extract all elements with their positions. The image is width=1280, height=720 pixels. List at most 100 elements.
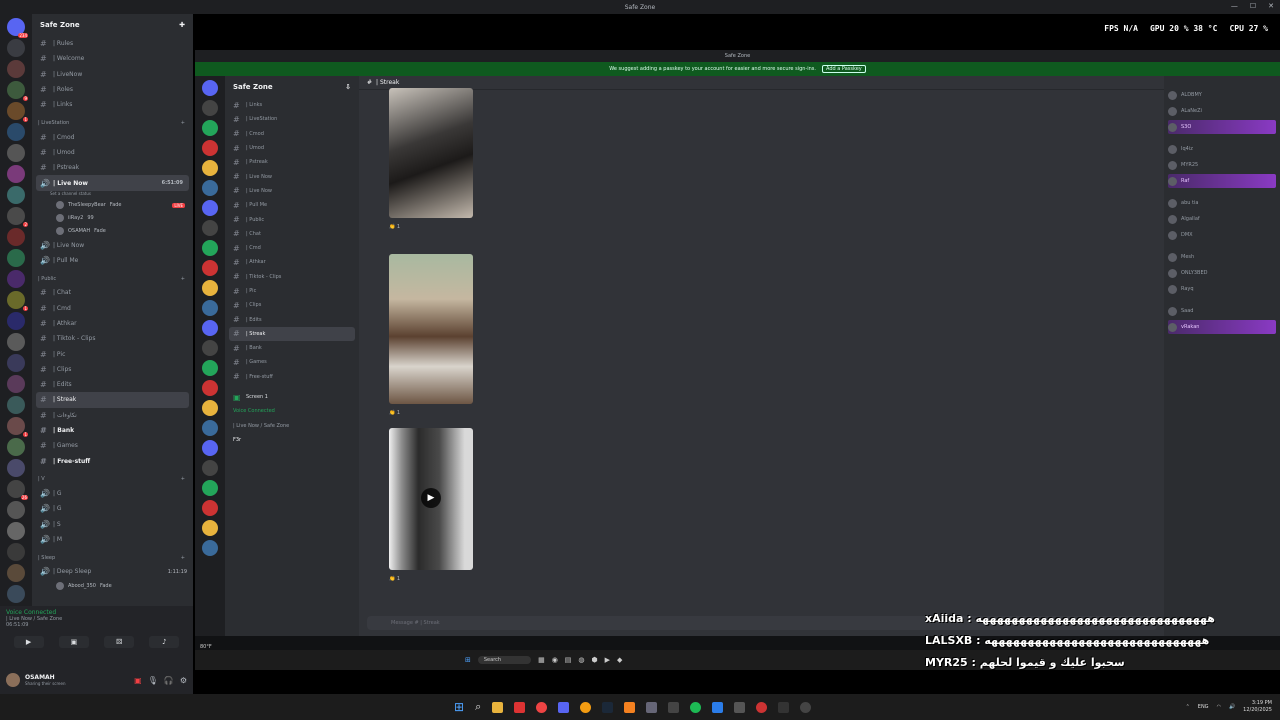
channel-0[interactable]: # | Cmod xyxy=(32,129,193,144)
guild-header[interactable]: Safe Zone ✚ xyxy=(32,14,193,36)
clock[interactable]: 3:19 PM 12/20/2025 xyxy=(1243,700,1272,714)
stream-channel-9[interactable]: # | Chat xyxy=(225,227,359,241)
app-icon[interactable] xyxy=(734,701,746,713)
stream-channel-17[interactable]: # | Bank xyxy=(225,341,359,355)
app-icon[interactable] xyxy=(756,701,768,713)
voice-channel-0[interactable]: 🔊 | G xyxy=(32,486,193,501)
server-icon[interactable] xyxy=(7,438,25,456)
calculator-icon[interactable] xyxy=(668,701,680,713)
channel-6[interactable]: # | Edits xyxy=(32,377,193,392)
server-icon[interactable]: 26 xyxy=(7,480,28,500)
voice-channel-3[interactable]: 🔊 | M xyxy=(32,532,193,547)
server-icon[interactable] xyxy=(7,186,25,204)
stream-channel-2[interactable]: # | Cmod xyxy=(225,127,359,141)
channel-7[interactable]: # | Streak xyxy=(36,392,189,408)
server-icon[interactable] xyxy=(7,165,25,183)
channel-1[interactable]: # | Cmd xyxy=(32,301,193,316)
server-icon[interactable]: 2 xyxy=(7,207,28,227)
stream-channel-4[interactable]: # | Pstreak xyxy=(225,155,359,169)
voice-channel-1[interactable]: 🔊 | G xyxy=(32,501,193,516)
app-icon[interactable] xyxy=(800,701,812,713)
stream-view[interactable]: FPS N/A GPU 20 % 38 °C CPU 27 % Safe Zon… xyxy=(193,14,1280,694)
headphones-icon[interactable]: 🎧 xyxy=(164,676,174,685)
channel-status[interactable]: Set a channel status xyxy=(32,191,193,199)
stream-channel-7[interactable]: # | Pull Me xyxy=(225,198,359,212)
close-button[interactable]: ✕ xyxy=(1268,2,1274,10)
stream-channel-19[interactable]: # | Free-stuff xyxy=(225,370,359,384)
category-livestation[interactable]: | LiveStation + xyxy=(32,116,193,129)
channel-10[interactable]: # | Games xyxy=(32,438,193,453)
channel-2[interactable]: # | Pstreak xyxy=(32,160,193,175)
stream-channel-3[interactable]: # | Umod xyxy=(225,141,359,155)
stream-channel-10[interactable]: # | Cmd xyxy=(225,241,359,255)
stream-channel-16[interactable]: # | Streak xyxy=(229,326,355,342)
activities-button[interactable]: ⚄ xyxy=(104,636,135,648)
soundboard-button[interactable]: ♪ xyxy=(149,636,180,648)
back-icon[interactable] xyxy=(778,701,790,713)
server-icon[interactable] xyxy=(7,123,25,141)
recorder-icon[interactable] xyxy=(514,701,526,713)
add-member-icon[interactable]: ✚ xyxy=(179,21,185,29)
voice-user[interactable]: iiRay2 99 xyxy=(32,212,193,225)
voice-user[interactable]: Abood_350 Fade xyxy=(32,579,193,592)
voice-user[interactable]: TheSleepyBear Fade LIVE xyxy=(32,199,193,212)
mic-icon[interactable]: 🎙 xyxy=(148,676,158,685)
server-icon[interactable] xyxy=(7,501,25,519)
volume-icon[interactable]: 🔊 xyxy=(1229,704,1235,710)
chevron-up-icon[interactable]: ⌃ xyxy=(1186,704,1190,710)
server-icon[interactable] xyxy=(7,543,25,561)
camera-button[interactable]: ▶ xyxy=(13,636,44,648)
file-explorer-icon[interactable] xyxy=(492,701,504,713)
voice-channel-deep-sleep[interactable]: 🔊 | Deep Sleep 1:11:19 xyxy=(32,564,193,579)
channel-0[interactable]: # | Chat xyxy=(32,285,193,300)
server-icon[interactable] xyxy=(7,228,25,246)
app-icon[interactable] xyxy=(712,701,724,713)
language-indicator[interactable]: ENG xyxy=(1198,704,1209,710)
maximize-button[interactable]: ☐ xyxy=(1250,2,1256,10)
server-icon[interactable] xyxy=(7,522,25,540)
stream-channel-11[interactable]: # | Athkar xyxy=(225,255,359,269)
channel-9[interactable]: # | Bank xyxy=(32,423,193,438)
voice-channel-live-now[interactable]: 🔊 | Live Now 6:51:09 xyxy=(36,175,189,191)
start-icon[interactable]: ⊞ xyxy=(454,700,464,714)
server-icon[interactable]: 1 xyxy=(7,102,28,122)
server-icon[interactable] xyxy=(7,396,25,414)
category-sleep[interactable]: | Sleep + xyxy=(32,551,193,564)
server-icon[interactable] xyxy=(7,144,25,162)
stream-channel-12[interactable]: # | Tiktok - Clips xyxy=(225,270,359,284)
app-icon[interactable] xyxy=(646,701,658,713)
stream-channel-18[interactable]: # | Games xyxy=(225,355,359,369)
add-passkey-button[interactable]: Add a Passkey xyxy=(822,65,866,73)
channel-3[interactable]: # | Tiktok - Clips xyxy=(32,331,193,346)
category-v[interactable]: | V + xyxy=(32,473,193,486)
server-icon[interactable]: 1 xyxy=(7,291,28,311)
voice-channel-0[interactable]: 🔊 | Live Now xyxy=(32,238,193,253)
chrome-icon[interactable] xyxy=(536,701,548,713)
channel-1[interactable]: # | Umod xyxy=(32,145,193,160)
browser-icon[interactable] xyxy=(580,701,592,713)
settings-gear-icon[interactable]: ⚙ xyxy=(180,676,187,685)
server-icon[interactable] xyxy=(7,375,25,393)
stream-channel-6[interactable]: # | Live Now xyxy=(225,184,359,198)
channel-8[interactable]: # | نكاوءات xyxy=(32,408,193,423)
avatar[interactable] xyxy=(6,673,20,687)
server-icon[interactable]: 9 xyxy=(7,81,28,101)
search-icon[interactable]: ⌕ xyxy=(475,700,481,714)
server-icon[interactable] xyxy=(7,270,25,288)
channel-5[interactable]: # | Clips xyxy=(32,362,193,377)
server-icon[interactable] xyxy=(7,459,25,477)
channel-1[interactable]: # | Welcome xyxy=(32,51,193,66)
discord-icon[interactable] xyxy=(558,701,570,713)
channel-3[interactable]: # | Roles xyxy=(32,82,193,97)
minimize-button[interactable]: — xyxy=(1231,2,1238,10)
stream-channel-15[interactable]: # | Edits xyxy=(225,312,359,326)
channel-2[interactable]: # | Athkar xyxy=(32,316,193,331)
server-icon[interactable] xyxy=(7,249,25,267)
server-icon[interactable] xyxy=(7,564,25,582)
channel-4[interactable]: # | Pic xyxy=(32,346,193,361)
stream-channel-13[interactable]: # | Pic xyxy=(225,284,359,298)
voice-user[interactable]: OSAMAH Fade xyxy=(32,225,193,238)
server-icon[interactable] xyxy=(7,585,25,603)
wifi-icon[interactable]: ◠ xyxy=(1217,704,1221,710)
stream-channel-14[interactable]: # | Clips xyxy=(225,298,359,312)
